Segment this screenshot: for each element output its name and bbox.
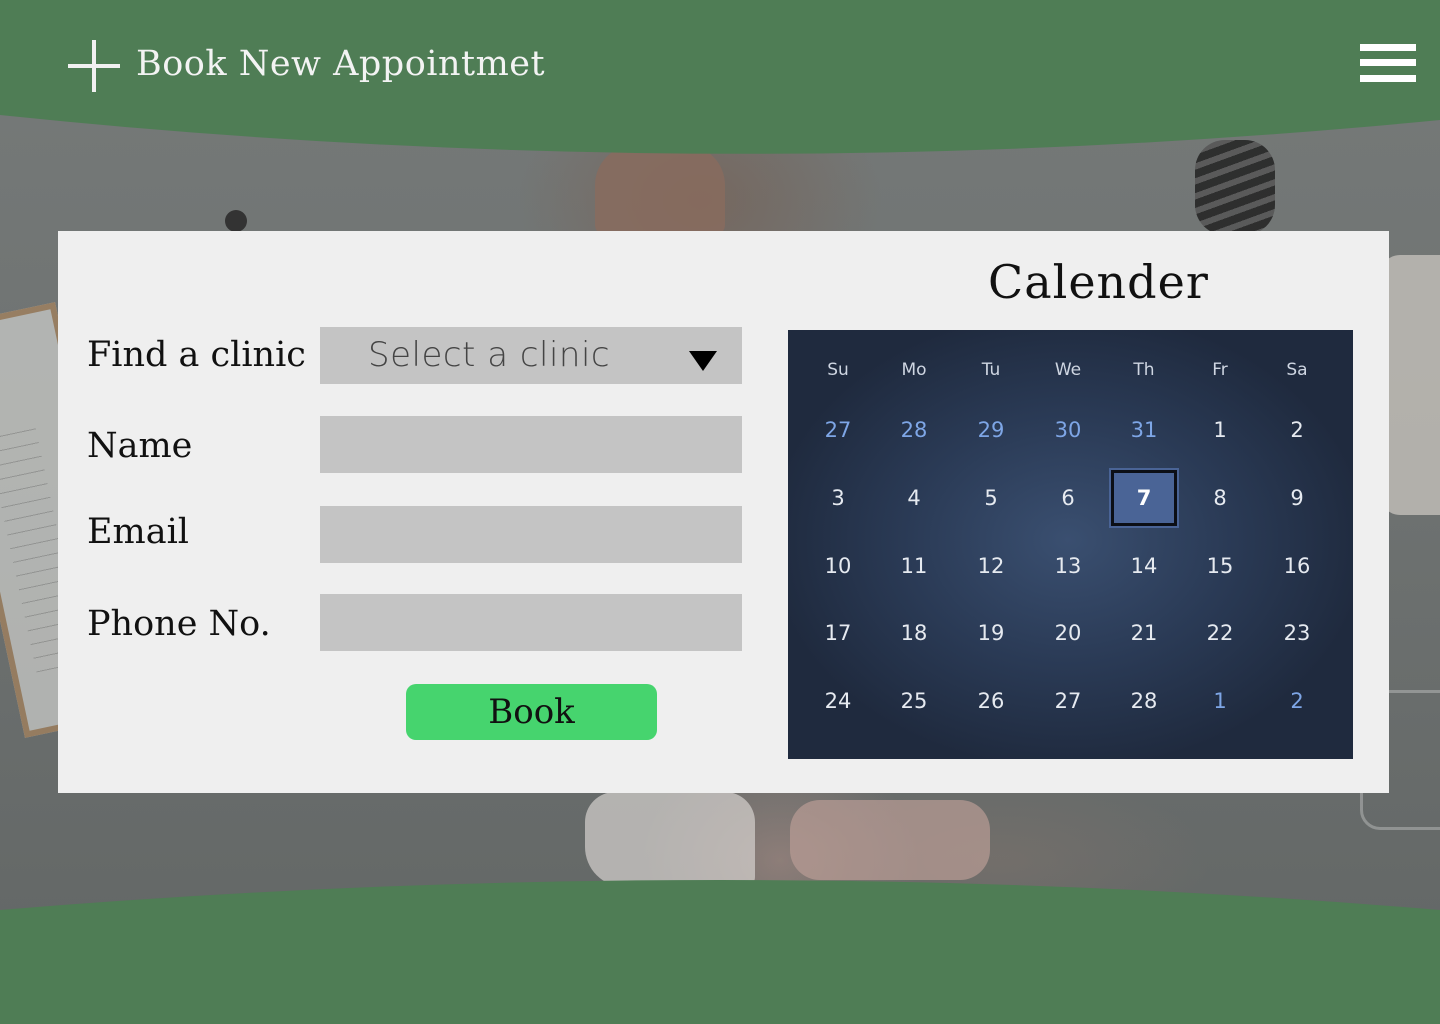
calendar-day[interactable]: 25: [884, 681, 944, 721]
calendar-day[interactable]: 17: [808, 613, 868, 653]
calendar-day[interactable]: 2: [1267, 681, 1327, 721]
calendar-weekday-sa: Sa: [1286, 360, 1308, 380]
calendar-day[interactable]: 21: [1114, 613, 1174, 653]
calendar-day[interactable]: 1: [1190, 681, 1250, 721]
calendar-weekday-we: We: [1054, 360, 1082, 380]
email-input[interactable]: [320, 506, 742, 563]
plus-icon[interactable]: [68, 40, 120, 92]
calendar-day[interactable]: 15: [1190, 546, 1250, 586]
appointment-card: Find a clinic Select a clinic Name Email…: [58, 231, 1389, 793]
calendar-day-selected[interactable]: 7: [1109, 468, 1179, 528]
background-hand-lower: [790, 800, 990, 880]
calendar-day[interactable]: 26: [961, 681, 1021, 721]
calendar-day[interactable]: 27: [1038, 681, 1098, 721]
calendar-day[interactable]: 12: [961, 546, 1021, 586]
calendar-day[interactable]: 28: [884, 410, 944, 450]
calendar-weekday-su: Su: [827, 360, 849, 380]
calendar-day[interactable]: 13: [1038, 546, 1098, 586]
calendar-widget: Su Mo Tu We Th Fr Sa 27 28 29 30 31 1 2 3 4 5 6 7 8 9 10 11 12 1…: [788, 330, 1353, 759]
calendar-day[interactable]: 6: [1038, 478, 1098, 518]
calendar-weekday-mo: Mo: [901, 360, 927, 380]
calendar-day[interactable]: 30: [1038, 410, 1098, 450]
clinic-label: Find a clinic: [87, 335, 306, 375]
calendar-day[interactable]: 31: [1114, 410, 1174, 450]
caret-down-icon: [689, 351, 717, 371]
email-label: Email: [87, 512, 189, 552]
calendar-weekday-th: Th: [1133, 360, 1155, 380]
footer-band: [0, 880, 1440, 1024]
name-input[interactable]: [320, 416, 742, 473]
calendar-title: Calender: [988, 255, 1209, 309]
calendar-day[interactable]: 14: [1114, 546, 1174, 586]
calendar-day[interactable]: 3: [808, 478, 868, 518]
calendar-day[interactable]: 24: [808, 681, 868, 721]
calendar-day[interactable]: 27: [808, 410, 868, 450]
calendar-day[interactable]: 9: [1267, 478, 1327, 518]
calendar-day[interactable]: 23: [1267, 613, 1327, 653]
clinic-select[interactable]: Select a clinic: [320, 327, 742, 384]
page-title: Book New Appointmet: [136, 44, 546, 84]
calendar-day[interactable]: 28: [1114, 681, 1174, 721]
background-stethoscope: [225, 210, 247, 232]
calendar-day[interactable]: 16: [1267, 546, 1327, 586]
background-blood-pressure-gauge: [1380, 255, 1440, 515]
hamburger-menu-icon[interactable]: [1360, 44, 1416, 82]
calendar-weekday-tu: Tu: [981, 360, 1001, 380]
calendar-day[interactable]: 2: [1267, 410, 1327, 450]
phone-label: Phone No.: [87, 604, 271, 644]
calendar-day[interactable]: 10: [808, 546, 868, 586]
calendar-day[interactable]: 11: [884, 546, 944, 586]
book-button[interactable]: Book: [406, 684, 657, 740]
name-label: Name: [87, 426, 193, 466]
clinic-select-placeholder: Select a clinic: [368, 335, 611, 375]
phone-input[interactable]: [320, 594, 742, 651]
calendar-day[interactable]: 4: [884, 478, 944, 518]
calendar-day[interactable]: 20: [1038, 613, 1098, 653]
calendar-day[interactable]: 29: [961, 410, 1021, 450]
calendar-day[interactable]: 22: [1190, 613, 1250, 653]
calendar-day[interactable]: 1: [1190, 410, 1250, 450]
calendar-day[interactable]: 19: [961, 613, 1021, 653]
calendar-weekday-fr: Fr: [1212, 360, 1228, 380]
calendar-day[interactable]: 5: [961, 478, 1021, 518]
calendar-day[interactable]: 8: [1190, 478, 1250, 518]
calendar-day[interactable]: 18: [884, 613, 944, 653]
